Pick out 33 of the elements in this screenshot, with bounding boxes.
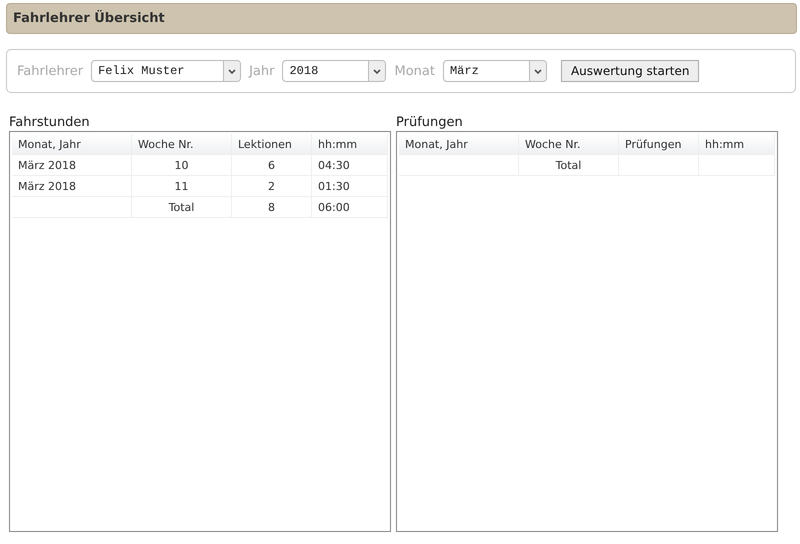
filter-label: Jahr [249, 64, 274, 78]
chevron-down-icon [528, 61, 546, 81]
column-header: Prüfungen [619, 134, 699, 154]
chevron-down-icon [368, 61, 386, 81]
column-header: Monat, Jahr [12, 134, 132, 154]
page-title: Fahrlehrer Übersicht [13, 11, 165, 26]
select-field[interactable]: Felix Muster [91, 60, 242, 82]
table-cell: Total [519, 155, 619, 175]
select-field[interactable]: 2018 [282, 60, 386, 82]
table-cell: 11 [132, 176, 232, 196]
select-field[interactable]: März [442, 60, 547, 82]
chevron-down-icon [223, 61, 240, 81]
table-cell: 04:30 [312, 155, 388, 175]
table-cell: Total [132, 197, 232, 217]
start-button[interactable]: Auswertung starten [560, 60, 700, 82]
section-title: Prüfungen [396, 115, 464, 131]
table-cell: 10 [132, 155, 232, 175]
column-header: hh:mm [699, 134, 775, 154]
column-header: Lektionen [232, 134, 312, 154]
section-title: Fahrstunden [9, 115, 91, 131]
table-cell: 8 [232, 197, 312, 217]
column-header: Woche Nr. [519, 134, 619, 154]
table-cell: 06:00 [312, 197, 388, 217]
column-header: Monat, Jahr [399, 134, 519, 154]
column-header: hh:mm [312, 134, 388, 154]
table-cell: März 2018 [12, 155, 132, 175]
column-header: Woche Nr. [132, 134, 232, 154]
filter-label: Fahrlehrer [17, 64, 84, 78]
table-cell: 2 [232, 176, 312, 196]
table-cell: 01:30 [312, 176, 388, 196]
table-cell: März 2018 [12, 176, 132, 196]
filter-label: Monat [394, 64, 435, 78]
table-cell: 6 [232, 155, 312, 175]
